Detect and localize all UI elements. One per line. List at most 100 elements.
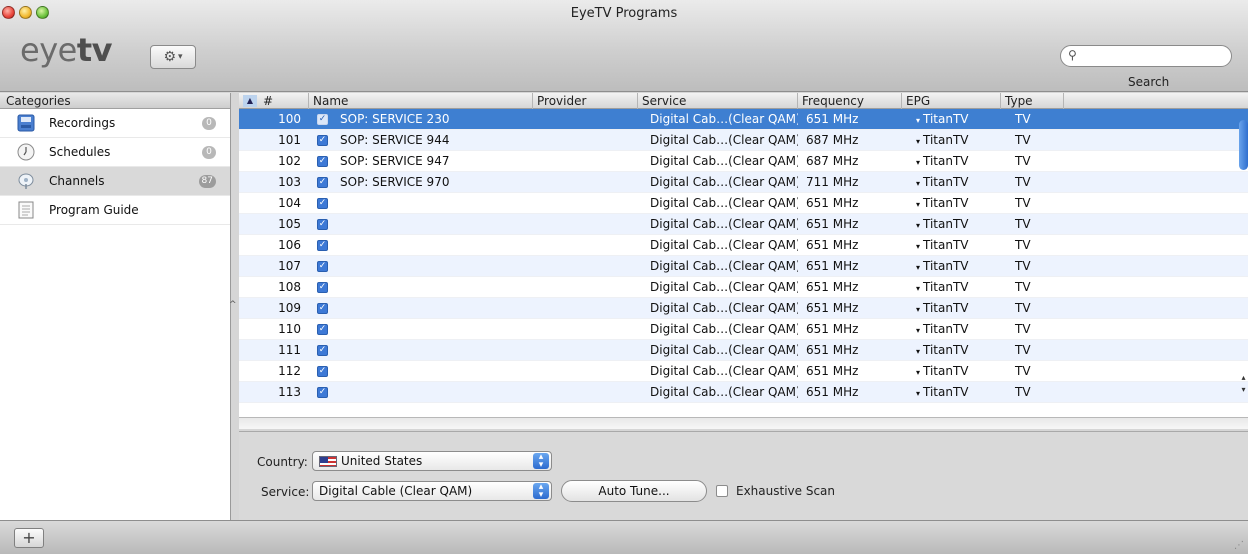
column-header-name[interactable]: Name [309,93,533,109]
channel-enabled-checkbox[interactable]: ✓ [317,281,328,293]
table-row[interactable]: 105 ✓ Digital Cab…(Clear QAM) 651 MHz ▾ Titan… [239,214,1248,235]
channel-enabled-checkbox[interactable]: ✓ [317,239,328,251]
channel-enabled-checkbox[interactable]: ✓ [317,197,328,209]
table-row[interactable]: 104 ✓ Digital Cab…(Clear QAM) 651 MHz ▾ Titan… [239,193,1248,214]
channel-enabled-checkbox[interactable]: ✓ [317,323,328,335]
exhaustive-scan-checkbox[interactable] [716,485,728,497]
channel-provider [533,277,638,298]
channel-epg-popup[interactable]: ▾ TitanTV [902,277,1001,298]
channel-epg-popup[interactable]: ▾ TitanTV [902,298,1001,319]
channel-number: 110 [278,321,301,336]
channel-name: SOP: SERVICE 230 [340,111,450,126]
column-header-service[interactable]: Service [638,93,798,109]
channel-frequency: 651 MHz [806,384,859,399]
chevron-down-icon: ▾ [916,157,921,167]
channel-epg-popup[interactable]: ▾ TitanTV [902,109,1001,130]
country-select[interactable]: United States ▴ ▾ [312,451,552,471]
sidebar-item-program-guide[interactable]: Program Guide [0,196,230,225]
channel-enabled-checkbox[interactable]: ✓ [317,113,328,125]
channel-enabled-checkbox[interactable]: ✓ [317,386,328,398]
table-row[interactable]: 112 ✓ Digital Cab…(Clear QAM) 651 MHz ▾ Titan… [239,361,1248,382]
scrollbar-thumb[interactable] [1239,120,1248,170]
table-row[interactable]: 113 ✓ Digital Cab…(Clear QAM) 651 MHz ▾ Titan… [239,382,1248,403]
column-header-frequency[interactable]: Frequency [798,93,902,109]
table-row[interactable]: 103 ✓ SOP: SERVICE 970 Digital Cab…(Clear Q… [239,172,1248,193]
chevron-down-icon: ▾ [916,304,921,314]
splitter-handle[interactable]: ^ [229,300,237,310]
scroll-arrows[interactable]: ▴ ▾ [1239,372,1248,400]
chevron-down-icon: ▾ [916,325,921,335]
sidebar-header: Categories [0,93,230,109]
search-field-container[interactable]: ⚲ [1060,45,1232,67]
search-input[interactable] [1083,48,1223,64]
channel-epg-popup[interactable]: ▾ TitanTV [902,340,1001,361]
channel-epg-popup[interactable]: ▾ TitanTV [902,256,1001,277]
channel-enabled-checkbox[interactable]: ✓ [317,260,328,272]
channel-epg-popup[interactable]: ▾ TitanTV [902,235,1001,256]
channel-enabled-checkbox[interactable]: ✓ [317,302,328,314]
channel-epg-popup[interactable]: ▾ TitanTV [902,193,1001,214]
channel-enabled-checkbox[interactable]: ✓ [317,365,328,377]
channel-epg: TitanTV [923,132,969,147]
column-header-provider[interactable]: Provider [533,93,638,109]
channel-frequency: 651 MHz [806,258,859,273]
exhaustive-scan-option[interactable]: Exhaustive Scan [716,484,835,498]
vertical-scrollbar[interactable]: ▴ ▾ [1239,110,1248,400]
channel-epg-popup[interactable]: ▾ TitanTV [902,214,1001,235]
channel-enabled-checkbox[interactable]: ✓ [317,218,328,230]
table-row[interactable]: 109 ✓ Digital Cab…(Clear QAM) 651 MHz ▾ Titan… [239,298,1248,319]
channel-frequency: 651 MHz [806,300,859,315]
channel-epg: TitanTV [923,363,969,378]
channel-type: TV [1015,321,1031,336]
sidebar-item-schedules[interactable]: Schedules 0 [0,138,230,167]
resize-grip-icon[interactable]: ⋰ [1234,540,1244,551]
add-button[interactable]: + [14,528,44,548]
sidebar-item-label: Schedules [49,145,111,159]
channel-enabled-checkbox[interactable]: ✓ [317,155,328,167]
horizontal-scrollbar[interactable] [239,417,1248,429]
table-row[interactable]: 110 ✓ Digital Cab…(Clear QAM) 651 MHz ▾ Titan… [239,319,1248,340]
channel-epg-popup[interactable]: ▾ TitanTV [902,172,1001,193]
channel-name-cell: ✓ [309,214,533,235]
channel-type: TV [1015,216,1031,231]
chevron-down-icon: ▾ [916,262,921,272]
table-row[interactable]: 102 ✓ SOP: SERVICE 947 Digital Cab…(Clear Q… [239,151,1248,172]
table-row[interactable]: 111 ✓ Digital Cab…(Clear QAM) 651 MHz ▾ Titan… [239,340,1248,361]
auto-tune-button[interactable]: Auto Tune... [561,480,707,502]
channel-number: 102 [278,153,301,168]
channel-epg-popup[interactable]: ▾ TitanTV [902,130,1001,151]
table-body: 100 ✓ SOP: SERVICE 230 Digital Cab…(Clear Q… [239,109,1248,416]
channel-epg-popup[interactable]: ▾ TitanTV [902,361,1001,382]
table-row[interactable]: 106 ✓ Digital Cab…(Clear QAM) 651 MHz ▾ Titan… [239,235,1248,256]
sidebar-item-recordings[interactable]: Recordings 0 [0,109,230,138]
service-select[interactable]: Digital Cable (Clear QAM) ▴ ▾ [312,481,552,501]
channel-service: Digital Cab…(Clear QAM) [650,258,798,273]
service-label: Service: [261,485,310,499]
column-header-number[interactable]: ▲ # [239,93,309,109]
channel-service: Digital Cab…(Clear QAM) [650,132,798,147]
channel-service: Digital Cab…(Clear QAM) [650,321,798,336]
table-row[interactable]: 107 ✓ Digital Cab…(Clear QAM) 651 MHz ▾ Titan… [239,256,1248,277]
channel-enabled-checkbox[interactable]: ✓ [317,176,328,188]
channel-epg: TitanTV [923,153,969,168]
sidebar-item-channels[interactable]: Channels 87 [0,167,230,196]
channel-name: SOP: SERVICE 944 [340,132,450,147]
column-header-type[interactable]: Type [1001,93,1064,109]
table-row[interactable]: 101 ✓ SOP: SERVICE 944 Digital Cab…(Clear Q… [239,130,1248,151]
channel-epg-popup[interactable]: ▾ TitanTV [902,382,1001,403]
channel-epg-popup[interactable]: ▾ TitanTV [902,319,1001,340]
table-row[interactable]: 100 ✓ SOP: SERVICE 230 Digital Cab…(Clear Q… [239,109,1248,130]
channel-epg: TitanTV [923,111,969,126]
channel-epg-popup[interactable]: ▾ TitanTV [902,151,1001,172]
country-select-value: United States [341,454,423,468]
channel-name-cell: ✓ SOP: SERVICE 230 [309,109,533,130]
action-menu-button[interactable]: ⚙ ▾ [150,45,196,69]
column-header-epg[interactable]: EPG [902,93,1001,109]
channel-enabled-checkbox[interactable]: ✓ [317,344,328,356]
channel-name-cell: ✓ [309,340,533,361]
table-row[interactable]: 108 ✓ Digital Cab…(Clear QAM) 651 MHz ▾ Titan… [239,277,1248,298]
channel-number: 101 [278,132,301,147]
program-guide-icon [16,200,36,220]
channel-frequency: 651 MHz [806,195,859,210]
channel-enabled-checkbox[interactable]: ✓ [317,134,328,146]
